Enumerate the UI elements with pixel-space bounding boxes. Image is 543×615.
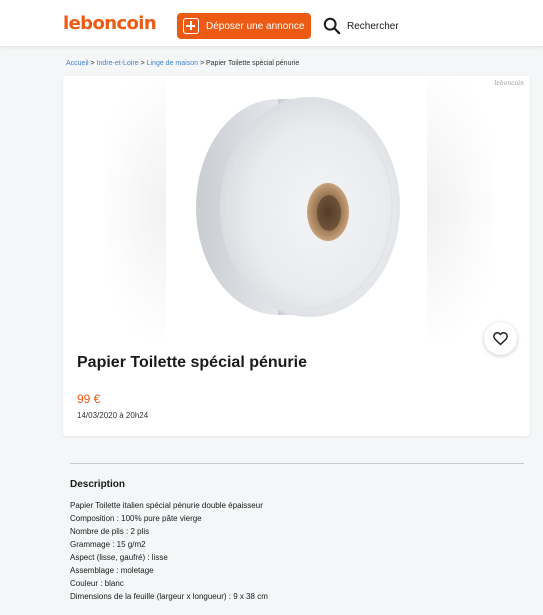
description-line: Nombre de plis : 2 plis xyxy=(70,527,150,536)
breadcrumb-category[interactable]: Linge de maison xyxy=(147,60,198,67)
section-divider xyxy=(70,463,524,464)
search-icon xyxy=(323,17,341,35)
listing-date: 14/03/2020 à 20h24 xyxy=(77,411,149,420)
description-line: Composition : 100% pure pâte vierge xyxy=(70,514,202,523)
description-line: Papier Toilette italien spécial pénurie … xyxy=(70,501,263,510)
breadcrumb-current: Papier Toilette spécial pénurie xyxy=(205,60,300,67)
search-button[interactable]: Rechercher xyxy=(323,16,399,36)
description-line: Aspect (lisse, gaufré) : lisse xyxy=(70,553,168,562)
favorite-button[interactable] xyxy=(484,322,517,355)
photo-gallery[interactable]: leboncoin xyxy=(63,76,530,338)
description-line: Grammage : 15 g/m2 xyxy=(70,540,146,549)
description-body: Papier Toilette italien spécial pénurie … xyxy=(70,499,268,603)
breadcrumb-region[interactable]: Indre-et-Loire xyxy=(97,60,139,67)
breadcrumb-separator: > xyxy=(140,60,145,67)
description-line: Couleur : blanc xyxy=(70,579,124,588)
breadcrumb-separator: > xyxy=(90,60,95,67)
header: leboncoin Déposer une annonce Rechercher xyxy=(0,0,543,47)
breadcrumb: Accueil > Indre-et-Loire > Linge de mais… xyxy=(66,60,299,67)
toilet-paper-roll-image xyxy=(196,97,400,317)
post-ad-button[interactable]: Déposer une annonce xyxy=(177,13,311,39)
breadcrumb-separator: > xyxy=(199,60,205,67)
heart-icon xyxy=(493,332,508,346)
description-heading: Description xyxy=(70,479,126,490)
description-line: Dimensions de la feuille (largeur x long… xyxy=(70,592,268,601)
watermark: leboncoin xyxy=(494,80,524,87)
gallery-blur-left xyxy=(103,76,173,338)
listing-photo[interactable] xyxy=(166,76,427,338)
leboncoin-logo[interactable]: leboncoin xyxy=(63,13,157,34)
plus-square-icon xyxy=(183,18,199,34)
listing-title: Papier Toilette spécial pénurie xyxy=(77,354,307,371)
search-label: Rechercher xyxy=(347,20,399,32)
gallery-blur-right xyxy=(425,76,495,338)
listing-card: leboncoin Papier Toilette spécial pénuri… xyxy=(63,76,530,436)
breadcrumb-home[interactable]: Accueil xyxy=(66,60,89,67)
description-line: Assemblage : moletage xyxy=(70,566,154,575)
post-ad-label: Déposer une annonce xyxy=(206,20,305,32)
listing-price: 99 € xyxy=(77,392,101,406)
